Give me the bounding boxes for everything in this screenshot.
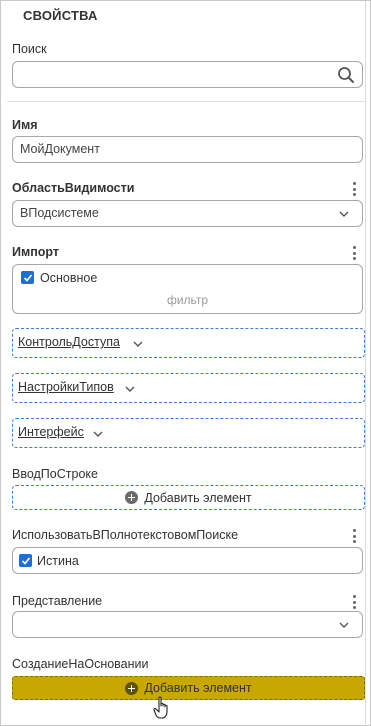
presentation-label: Представление	[12, 594, 103, 608]
hand-pointer-cursor	[153, 696, 168, 719]
checkbox-checked-icon	[23, 273, 32, 282]
name-input[interactable]: МойДокумент	[12, 136, 363, 163]
input-by-string-label: ВводПоСтроке	[12, 467, 98, 481]
scope-select[interactable]: ВПодсистеме	[12, 200, 363, 227]
group-access-control[interactable]: КонтрольДоступа	[12, 328, 365, 358]
group-type-settings[interactable]: НастройкиТипов	[12, 373, 365, 403]
chevron-down-icon[interactable]	[93, 429, 103, 439]
separator	[7, 101, 366, 102]
group-type-settings-link[interactable]: НастройкиТипов	[18, 380, 114, 394]
properties-panel: СВОЙСТВА Поиск Имя МойДокумент ОбластьВи…	[0, 0, 371, 726]
chevron-down-icon	[339, 211, 349, 217]
fulltext-box: Истина	[12, 547, 363, 574]
checkbox-checked-icon	[21, 556, 30, 565]
create-on-basis-add-label: Добавить элемент	[144, 681, 252, 695]
input-by-string-add-button[interactable]: Добавить элемент	[12, 485, 365, 510]
import-label: Импорт	[12, 245, 60, 259]
add-circle-icon	[125, 681, 139, 695]
import-checkbox[interactable]	[21, 271, 34, 284]
scope-kebab-menu-icon[interactable]	[352, 182, 356, 196]
scope-label: ОбластьВидимости	[12, 181, 135, 195]
presentation-select[interactable]	[12, 611, 363, 638]
group-interface[interactable]: Интерфейс	[12, 418, 365, 448]
name-input-value: МойДокумент	[20, 142, 100, 156]
fulltext-checkbox[interactable]	[19, 554, 32, 567]
chevron-down-icon[interactable]	[133, 339, 143, 349]
fulltext-label: ИспользоватьВПолнотекстовомПоиске	[12, 528, 239, 542]
chevron-down-icon[interactable]	[125, 384, 135, 394]
create-on-basis-label: СозданиеНаОсновании	[12, 657, 149, 671]
import-box: Основное фильтр	[12, 264, 363, 314]
input-by-string-add-label: Добавить элемент	[144, 490, 252, 505]
add-circle-icon	[125, 491, 139, 504]
panel-title: СВОЙСТВА	[23, 8, 98, 23]
fulltext-checkbox-label: Истина	[37, 554, 79, 568]
presentation-kebab-menu-icon[interactable]	[352, 595, 356, 609]
group-access-control-link[interactable]: КонтрольДоступа	[18, 335, 120, 349]
create-on-basis-add-button[interactable]: Добавить элемент	[12, 676, 365, 700]
import-kebab-menu-icon[interactable]	[352, 246, 356, 260]
fulltext-kebab-menu-icon[interactable]	[352, 529, 356, 543]
import-filter-input[interactable]: фильтр	[13, 293, 362, 307]
search-input[interactable]	[12, 61, 363, 88]
group-interface-link[interactable]: Интерфейс	[18, 425, 84, 439]
search-label: Поиск	[12, 42, 47, 56]
chevron-down-icon	[339, 622, 349, 628]
import-checkbox-label: Основное	[40, 271, 98, 285]
search-icon[interactable]	[337, 66, 355, 84]
name-label: Имя	[12, 118, 38, 132]
panel-right-edge	[365, 1, 366, 726]
scope-select-value: ВПодсистеме	[20, 206, 99, 220]
